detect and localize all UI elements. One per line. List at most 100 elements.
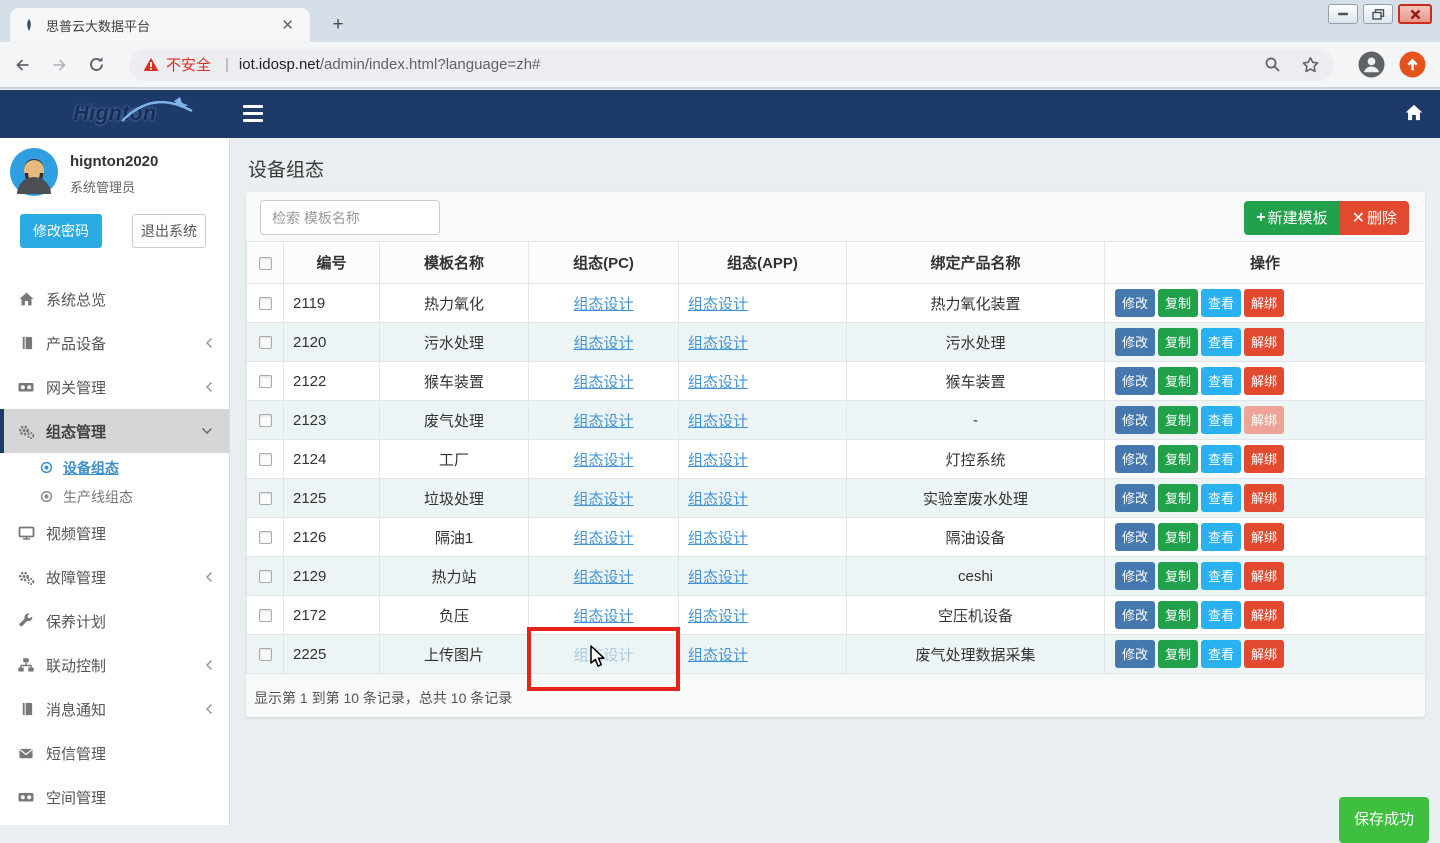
unbind-button[interactable]: 解绑: [1244, 640, 1284, 668]
sidebar-item-保养计划[interactable]: 保养计划: [0, 599, 229, 643]
app-design-link[interactable]: 组态设计: [688, 569, 748, 586]
row-checkbox[interactable]: [259, 297, 272, 310]
view-button[interactable]: 查看: [1201, 289, 1241, 317]
new-tab-button[interactable]: +: [325, 12, 351, 38]
app-design-link[interactable]: 组态设计: [688, 413, 748, 430]
copy-button[interactable]: 复制: [1158, 640, 1198, 668]
submenu-item-生产线组态[interactable]: 生产线组态: [0, 482, 229, 511]
delete-button[interactable]: ✕ 删除: [1340, 201, 1409, 235]
tab-close-icon[interactable]: ✕: [277, 16, 298, 35]
sidebar-item-网关管理[interactable]: 网关管理: [0, 365, 229, 409]
unbind-button[interactable]: 解绑: [1244, 523, 1284, 551]
view-button[interactable]: 查看: [1201, 367, 1241, 395]
unbind-button[interactable]: 解绑: [1244, 367, 1284, 395]
copy-button[interactable]: 复制: [1158, 484, 1198, 512]
app-design-link[interactable]: 组态设计: [688, 491, 748, 508]
pc-design-link[interactable]: 组态设计: [573, 608, 633, 625]
modify-button[interactable]: 修改: [1115, 328, 1155, 356]
sidebar-item-视频管理[interactable]: 视频管理: [0, 511, 229, 555]
view-button[interactable]: 查看: [1201, 523, 1241, 551]
copy-button[interactable]: 复制: [1158, 601, 1198, 629]
copy-button[interactable]: 复制: [1158, 328, 1198, 356]
address-bar[interactable]: 不安全 | iot.idosp.net /admin/index.html?la…: [129, 49, 1334, 81]
sidebar-item-消息通知[interactable]: 消息通知: [0, 687, 229, 731]
pc-design-link[interactable]: 组态设计: [573, 569, 633, 586]
view-button[interactable]: 查看: [1201, 445, 1241, 473]
modify-button[interactable]: 修改: [1115, 367, 1155, 395]
row-checkbox[interactable]: [259, 570, 272, 583]
app-design-link[interactable]: 组态设计: [688, 452, 748, 469]
app-design-link[interactable]: 组态设计: [688, 374, 748, 391]
zoom-icon[interactable]: [1264, 56, 1281, 73]
modify-button[interactable]: 修改: [1115, 406, 1155, 434]
view-button[interactable]: 查看: [1201, 484, 1241, 512]
forward-icon[interactable]: [51, 57, 68, 73]
hamburger-menu-icon[interactable]: [243, 105, 263, 122]
view-button[interactable]: 查看: [1201, 406, 1241, 434]
browser-tab[interactable]: 思普云大数据平台 ✕: [10, 8, 310, 42]
pc-design-link[interactable]: 组态设计: [573, 530, 633, 547]
sidebar-item-短信管理[interactable]: 短信管理: [0, 731, 229, 775]
app-design-link[interactable]: 组态设计: [688, 335, 748, 352]
copy-button[interactable]: 复制: [1158, 445, 1198, 473]
window-minimize-button[interactable]: [1328, 4, 1358, 24]
pc-design-link[interactable]: 组态设计: [573, 296, 633, 313]
back-icon[interactable]: [14, 57, 31, 73]
modify-button[interactable]: 修改: [1115, 484, 1155, 512]
sidebar-item-系统总览[interactable]: 系统总览: [0, 277, 229, 321]
unbind-button[interactable]: 解绑: [1244, 484, 1284, 512]
row-checkbox[interactable]: [259, 336, 272, 349]
pc-design-link[interactable]: 组态设计: [573, 335, 633, 352]
view-button[interactable]: 查看: [1201, 328, 1241, 356]
unbind-button[interactable]: 解绑: [1244, 445, 1284, 473]
row-checkbox[interactable]: [259, 375, 272, 388]
pc-design-link[interactable]: 组态设计: [573, 374, 633, 391]
home-icon[interactable]: [1404, 103, 1424, 122]
modify-button[interactable]: 修改: [1115, 601, 1155, 629]
row-checkbox[interactable]: [259, 609, 272, 622]
select-all-checkbox[interactable]: [259, 257, 272, 270]
pc-design-link[interactable]: 组态设计: [573, 452, 633, 469]
row-checkbox[interactable]: [259, 414, 272, 427]
view-button[interactable]: 查看: [1201, 601, 1241, 629]
modify-button[interactable]: 修改: [1115, 445, 1155, 473]
row-checkbox[interactable]: [259, 648, 272, 661]
view-button[interactable]: 查看: [1201, 562, 1241, 590]
browser-update-icon[interactable]: [1399, 51, 1426, 78]
row-checkbox[interactable]: [259, 453, 272, 466]
window-restore-button[interactable]: [1363, 4, 1393, 24]
new-template-button[interactable]: + 新建模板: [1244, 201, 1339, 235]
modify-button[interactable]: 修改: [1115, 640, 1155, 668]
sidebar-item-故障管理[interactable]: 故障管理: [0, 555, 229, 599]
sidebar-item-联动控制[interactable]: 联动控制: [0, 643, 229, 687]
copy-button[interactable]: 复制: [1158, 523, 1198, 551]
sidebar-item-空间管理[interactable]: 空间管理: [0, 775, 229, 819]
row-checkbox[interactable]: [259, 492, 272, 505]
app-design-link[interactable]: 组态设计: [688, 647, 748, 664]
copy-button[interactable]: 复制: [1158, 406, 1198, 434]
app-design-link[interactable]: 组态设计: [688, 296, 748, 313]
sidebar-item-产品设备[interactable]: 产品设备: [0, 321, 229, 365]
unbind-button[interactable]: 解绑: [1244, 601, 1284, 629]
app-design-link[interactable]: 组态设计: [688, 530, 748, 547]
copy-button[interactable]: 复制: [1158, 367, 1198, 395]
pc-design-link[interactable]: 组态设计: [573, 413, 633, 430]
row-checkbox[interactable]: [259, 531, 272, 544]
copy-button[interactable]: 复制: [1158, 289, 1198, 317]
modify-button[interactable]: 修改: [1115, 289, 1155, 317]
bookmark-star-icon[interactable]: [1301, 56, 1320, 74]
copy-button[interactable]: 复制: [1158, 562, 1198, 590]
logout-button[interactable]: 退出系统: [132, 214, 206, 248]
search-input[interactable]: [260, 200, 440, 235]
submenu-item-设备组态[interactable]: 设备组态: [0, 453, 229, 482]
sidebar-item-组态管理[interactable]: 组态管理: [0, 409, 229, 453]
modify-button[interactable]: 修改: [1115, 523, 1155, 551]
app-design-link[interactable]: 组态设计: [688, 608, 748, 625]
unbind-button[interactable]: 解绑: [1244, 328, 1284, 356]
view-button[interactable]: 查看: [1201, 640, 1241, 668]
unbind-button[interactable]: 解绑: [1244, 562, 1284, 590]
pc-design-link[interactable]: 组态设计: [573, 491, 633, 508]
change-password-button[interactable]: 修改密码: [20, 214, 102, 248]
modify-button[interactable]: 修改: [1115, 562, 1155, 590]
unbind-button[interactable]: 解绑: [1244, 406, 1284, 434]
